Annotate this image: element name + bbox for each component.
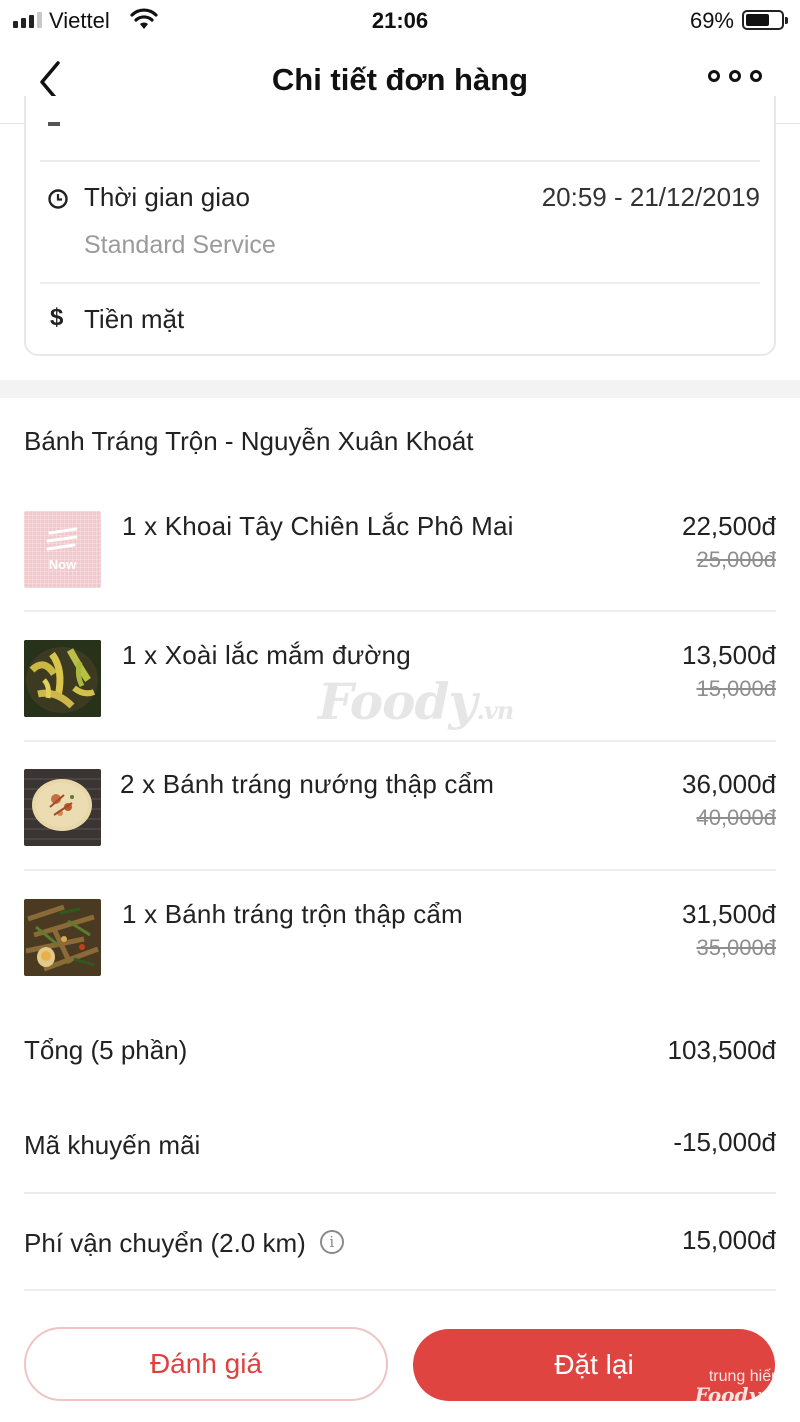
item-price: 31,500đ xyxy=(682,899,776,929)
battery-icon xyxy=(742,10,788,30)
section-separator xyxy=(0,380,800,398)
item-name: 2 x Bánh tráng nướng thập cẩm xyxy=(120,769,495,799)
info-icon[interactable]: i xyxy=(319,1230,344,1255)
item-price: 22,500đ xyxy=(682,511,776,541)
now-logo-text: Now xyxy=(48,557,77,572)
shipping-row: Phí vận chuyển (2.0 km) i 15,000đ xyxy=(24,1225,776,1288)
restaurant-name: Bánh Tráng Trộn - Nguyễn Xuân Khoát xyxy=(24,426,474,456)
grilled-ricepaper-photo xyxy=(24,769,101,846)
clipped-row-icon xyxy=(48,122,60,126)
item-thumbnail: Now xyxy=(24,511,101,588)
divider xyxy=(24,740,776,742)
more-options-button[interactable] xyxy=(708,70,762,82)
mango-photo xyxy=(24,640,101,717)
item-price: 36,000đ xyxy=(682,769,776,799)
shipping-value: 15,000đ xyxy=(682,1225,776,1255)
divider xyxy=(24,869,776,871)
more-dots-icon xyxy=(708,70,720,82)
divider xyxy=(24,610,776,612)
delivery-time-value: 20:59 - 21/12/2019 xyxy=(541,182,760,212)
item-name: 1 x Bánh tráng trộn thập cẩm xyxy=(122,899,463,929)
service-type: Standard Service xyxy=(84,231,276,259)
mixed-ricepaper-photo xyxy=(24,899,101,976)
total-row: Tổng (5 phần) 103,500đ xyxy=(24,1035,776,1095)
divider xyxy=(24,1289,776,1291)
shipping-label: Phí vận chuyển (2.0 km) xyxy=(24,1228,306,1258)
foody-watermark: Foody.vn xyxy=(318,672,514,731)
user-watermark-brand: Foody.vn xyxy=(694,1383,780,1407)
more-dot xyxy=(750,70,762,82)
item-thumbnail xyxy=(24,899,101,976)
rate-button[interactable]: Đánh giá xyxy=(24,1327,388,1401)
user-watermark-brand-text: Foody xyxy=(694,1383,761,1407)
item-thumbnail xyxy=(24,769,101,846)
user-watermark: trung hiếu Foody.vn xyxy=(695,1368,780,1407)
item-price: 13,500đ xyxy=(682,640,776,670)
promo-row: Mã khuyến mãi -15,000đ xyxy=(24,1127,776,1190)
clock-time: 21:06 xyxy=(371,8,429,33)
order-item: Now 1 x Khoai Tây Chiên Lắc Phô Mai 22,5… xyxy=(24,511,776,641)
user-watermark-brand-suffix: .vn xyxy=(760,1391,780,1405)
payment-row: $ Tiền mặt xyxy=(40,282,760,354)
payment-method: Tiền mặt xyxy=(84,304,185,334)
status-bar: Viettel 21:06 69% xyxy=(0,0,800,42)
delivery-info-card: Thời gian giao 20:59 - 21/12/2019 Standa… xyxy=(24,96,776,356)
item-original-price: 40,000đ xyxy=(696,805,776,830)
item-name: 1 x Khoai Tây Chiên Lắc Phô Mai xyxy=(122,511,514,541)
promo-label: Mã khuyến mãi xyxy=(24,1130,201,1160)
delivery-time-row: Thời gian giao 20:59 - 21/12/2019 Standa… xyxy=(40,160,760,282)
clock-icon xyxy=(48,189,68,209)
shipping-label-wrap: Phí vận chuyển (2.0 km) i xyxy=(24,1228,344,1259)
order-item: 2 x Bánh tráng nướng thập cẩm 36,000đ 40… xyxy=(24,769,776,899)
total-value: 103,500đ xyxy=(667,1035,776,1065)
item-name: 1 x Xoài lắc mắm đường xyxy=(122,640,411,670)
item-original-price: 15,000đ xyxy=(696,676,776,701)
page-title: Chi tiết đơn hàng xyxy=(271,62,529,97)
foody-watermark-suffix: .vn xyxy=(476,696,514,725)
total-label: Tổng (5 phần) xyxy=(24,1035,188,1065)
item-original-price: 25,000đ xyxy=(696,547,776,572)
now-logo-icon xyxy=(46,527,78,551)
foody-watermark-text: Foody xyxy=(318,672,477,731)
divider xyxy=(24,1192,776,1194)
item-thumbnail xyxy=(24,640,101,717)
promo-value: -15,000đ xyxy=(673,1127,776,1157)
battery-percent: 69% xyxy=(689,8,734,33)
more-dot xyxy=(729,70,741,82)
order-item: 1 x Bánh tráng trộn thập cẩm 31,500đ 35,… xyxy=(24,899,776,1029)
dollar-icon: $ xyxy=(50,304,64,331)
item-original-price: 35,000đ xyxy=(696,935,776,960)
delivery-time-label: Thời gian giao xyxy=(84,182,250,212)
